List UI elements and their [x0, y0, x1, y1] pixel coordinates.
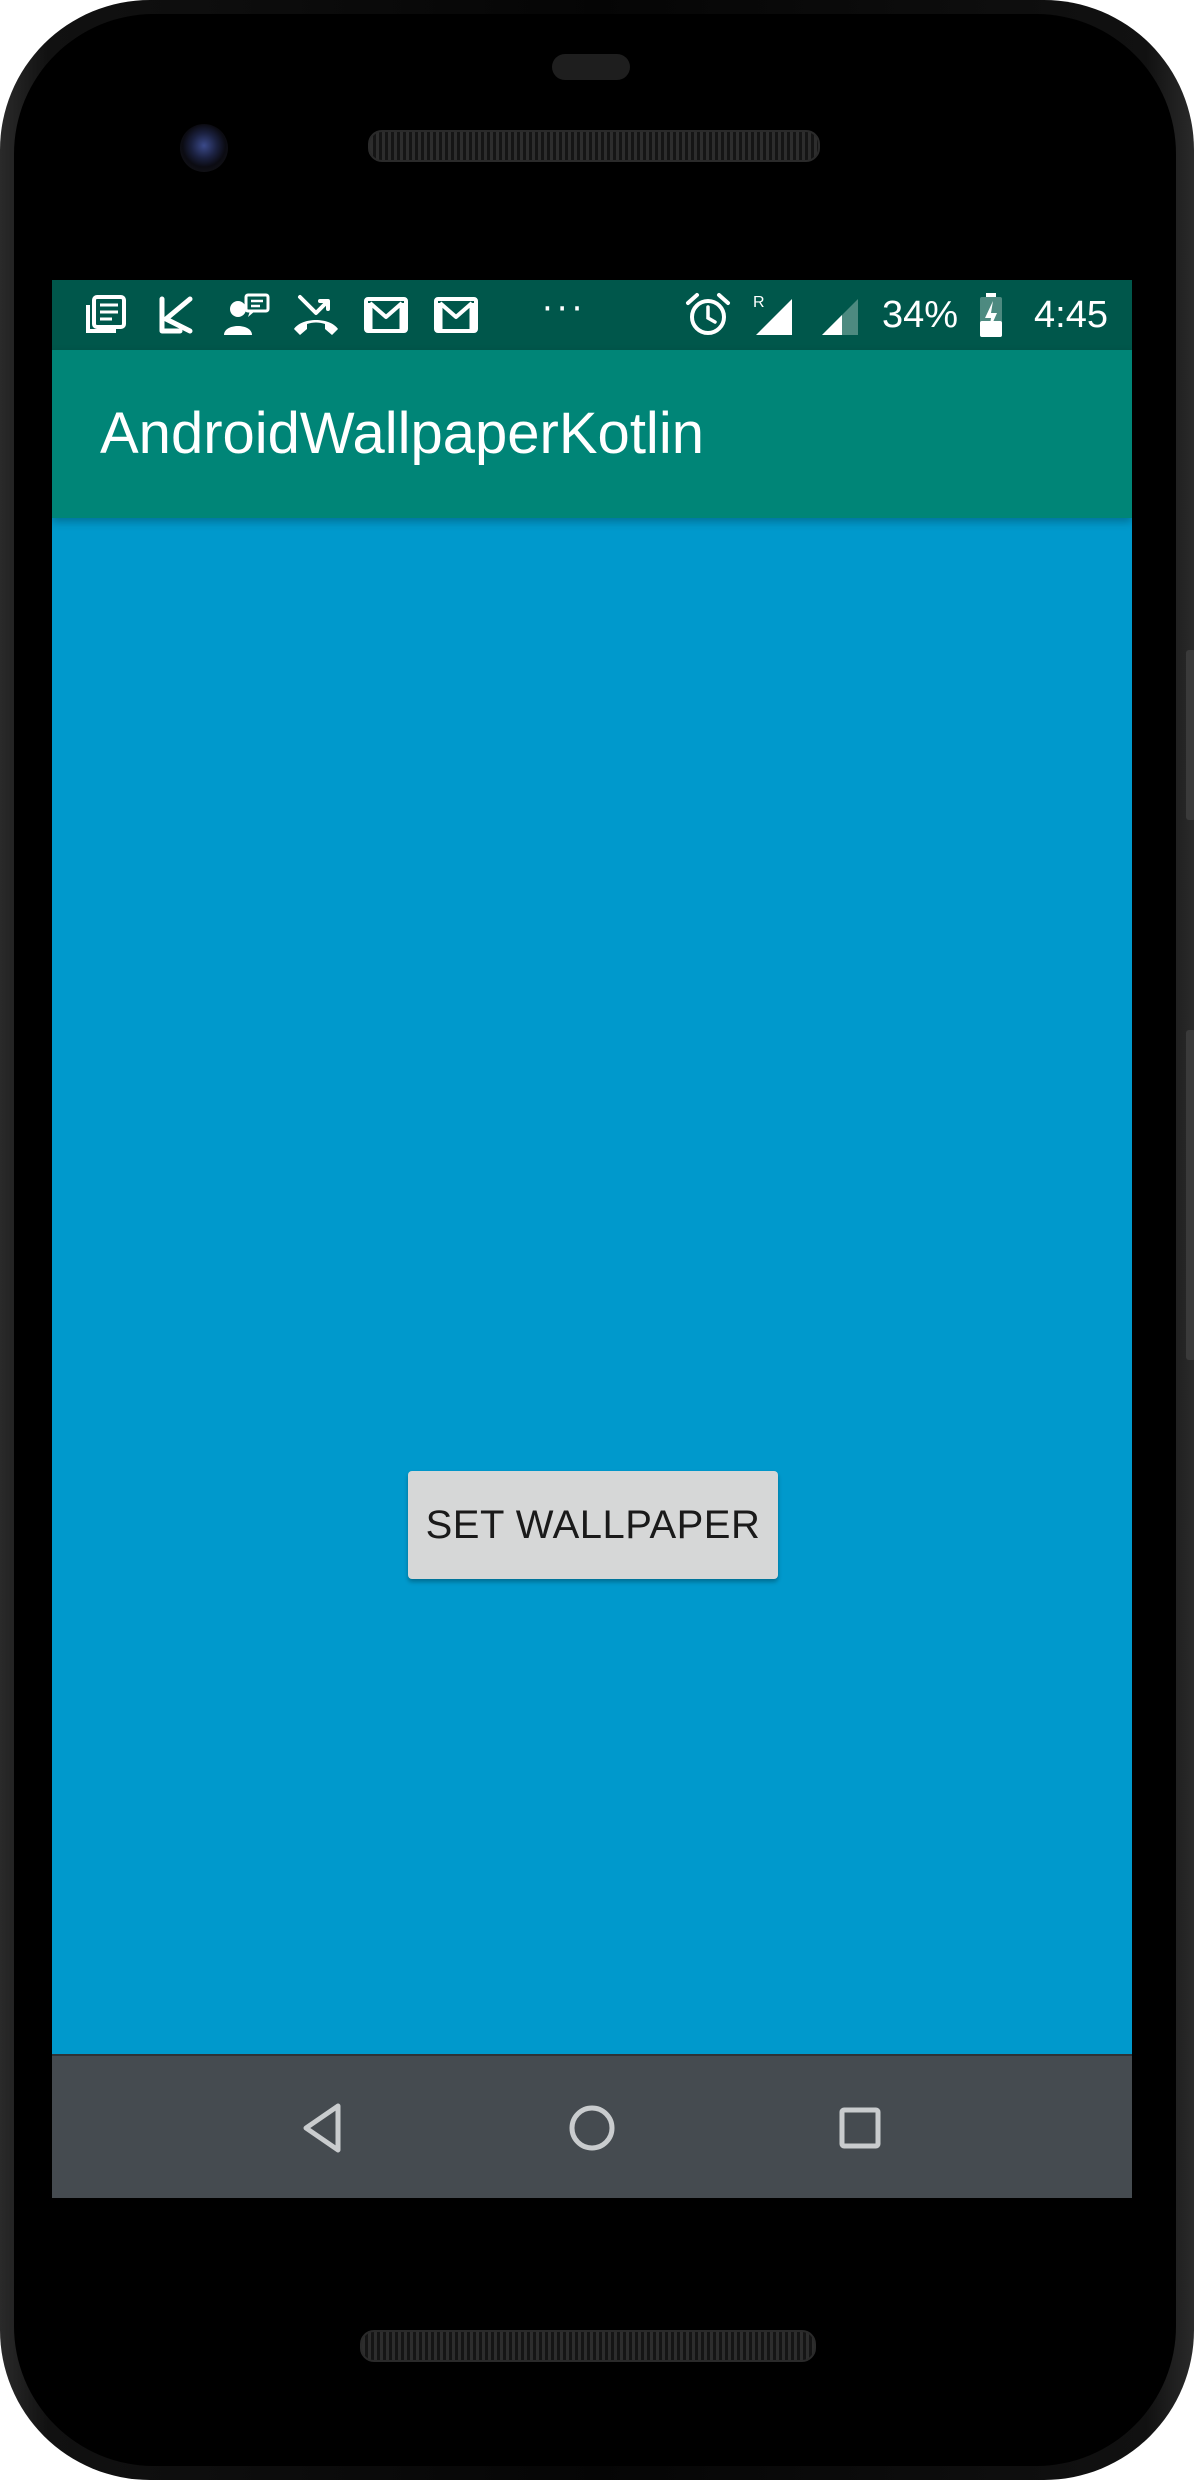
gmail-icon	[432, 291, 480, 339]
navigation-bar	[52, 2054, 1132, 2198]
system-icons: R 34% 4:45	[684, 291, 1108, 339]
missed-call-icon	[292, 291, 340, 339]
recents-button[interactable]	[822, 2090, 898, 2166]
clock: 4:45	[1034, 294, 1108, 336]
volume-button	[1186, 1030, 1194, 1360]
app-title: AndroidWallpaperKotlin	[100, 401, 704, 466]
earpiece	[552, 54, 630, 80]
signal-icon	[816, 291, 864, 339]
news-icon	[82, 291, 130, 339]
back-button[interactable]	[286, 2090, 362, 2166]
k-app-icon	[152, 291, 200, 339]
notification-icons: ···	[82, 291, 684, 339]
alarm-icon	[684, 291, 732, 339]
battery-percent: 34%	[881, 294, 959, 336]
home-icon	[569, 2105, 615, 2151]
more-notifications-indicator: ···	[542, 289, 587, 329]
recents-icon	[839, 2107, 881, 2149]
front-camera	[180, 124, 228, 172]
status-bar: ··· R 34% 4:45	[52, 280, 1132, 350]
battery-charging-icon	[976, 291, 1006, 339]
contact-chat-icon	[222, 291, 270, 339]
power-button	[1186, 650, 1194, 820]
bottom-speaker-grille	[360, 2330, 816, 2362]
top-speaker-grille	[368, 130, 820, 162]
set-wallpaper-button[interactable]: SET WALLPAPER	[408, 1471, 778, 1579]
back-icon	[303, 2103, 341, 2153]
phone-screen: ··· R 34% 4:45 AndroidWallpaperKotlin SE…	[52, 280, 1132, 2198]
main-content: SET WALLPAPER	[52, 518, 1132, 2054]
phone-frame: ··· R 34% 4:45 AndroidWallpaperKotlin SE…	[0, 0, 1194, 2480]
home-button[interactable]	[554, 2090, 630, 2166]
signal-roaming-icon: R	[750, 291, 798, 339]
app-toolbar: AndroidWallpaperKotlin	[52, 350, 1132, 518]
roaming-label: R	[753, 294, 765, 311]
gmail-icon	[362, 291, 410, 339]
